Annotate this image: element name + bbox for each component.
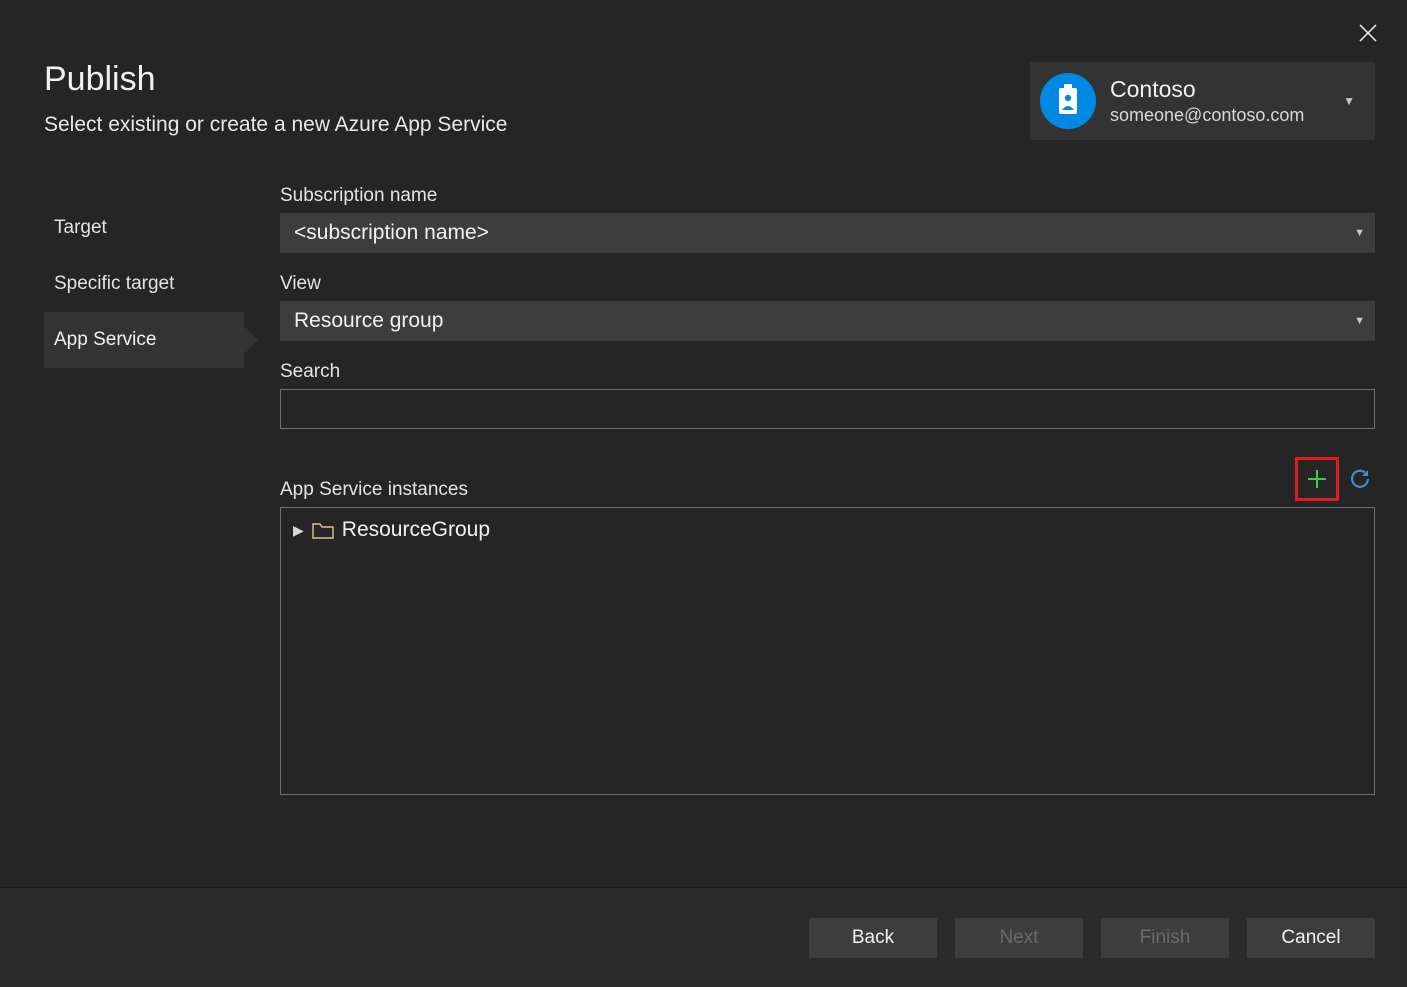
account-email: someone@contoso.com bbox=[1110, 105, 1343, 126]
chevron-down-icon: ▼ bbox=[1343, 94, 1355, 108]
refresh-icon bbox=[1348, 467, 1372, 491]
view-label: View bbox=[280, 273, 1375, 295]
account-picker[interactable]: Contoso someone@contoso.com ▼ bbox=[1030, 62, 1375, 140]
add-app-service-button[interactable] bbox=[1295, 457, 1339, 501]
plus-icon bbox=[1305, 467, 1329, 491]
dialog-body: Target Specific target App Service Subsc… bbox=[44, 185, 1375, 847]
next-button: Next bbox=[955, 918, 1083, 958]
subscription-label: Subscription name bbox=[280, 185, 1375, 207]
instances-actions bbox=[1295, 457, 1375, 501]
back-button[interactable]: Back bbox=[809, 918, 937, 958]
subscription-dropdown[interactable]: <subscription name> ▼ bbox=[280, 213, 1375, 253]
main-form: Subscription name <subscription name> ▼ … bbox=[244, 185, 1375, 847]
chevron-down-icon: ▼ bbox=[1354, 227, 1365, 239]
search-label: Search bbox=[280, 361, 1375, 383]
account-avatar-icon bbox=[1040, 73, 1096, 129]
account-name: Contoso bbox=[1110, 76, 1343, 102]
step-label: App Service bbox=[54, 329, 156, 351]
chevron-down-icon: ▼ bbox=[1354, 315, 1365, 327]
wizard-steps: Target Specific target App Service bbox=[44, 185, 244, 847]
folder-icon bbox=[312, 521, 334, 539]
refresh-button[interactable] bbox=[1345, 464, 1375, 494]
publish-dialog: Publish Select existing or create a new … bbox=[0, 0, 1407, 987]
cancel-button[interactable]: Cancel bbox=[1247, 918, 1375, 958]
view-value: Resource group bbox=[294, 309, 443, 333]
finish-button: Finish bbox=[1101, 918, 1229, 958]
tree-item-label: ResourceGroup bbox=[342, 518, 490, 542]
close-button[interactable] bbox=[1359, 22, 1377, 48]
dialog-footer: Back Next Finish Cancel bbox=[0, 887, 1407, 987]
tree-item-resourcegroup[interactable]: ▶ ResourceGroup bbox=[293, 518, 1362, 542]
subscription-field: Subscription name <subscription name> ▼ bbox=[280, 185, 1375, 253]
expand-icon[interactable]: ▶ bbox=[293, 522, 304, 539]
search-input[interactable] bbox=[280, 389, 1375, 429]
step-specific-target[interactable]: Specific target bbox=[44, 256, 244, 312]
instances-header: App Service instances bbox=[280, 457, 1375, 501]
account-text: Contoso someone@contoso.com bbox=[1110, 76, 1343, 125]
step-label: Specific target bbox=[54, 273, 174, 295]
step-label: Target bbox=[54, 217, 107, 239]
step-app-service[interactable]: App Service bbox=[44, 312, 244, 368]
app-service-tree[interactable]: ▶ ResourceGroup bbox=[280, 507, 1375, 795]
view-dropdown[interactable]: Resource group ▼ bbox=[280, 301, 1375, 341]
search-field: Search bbox=[280, 361, 1375, 429]
step-target[interactable]: Target bbox=[44, 200, 244, 256]
subscription-value: <subscription name> bbox=[294, 221, 489, 245]
view-field: View Resource group ▼ bbox=[280, 273, 1375, 341]
instances-label: App Service instances bbox=[280, 479, 468, 501]
